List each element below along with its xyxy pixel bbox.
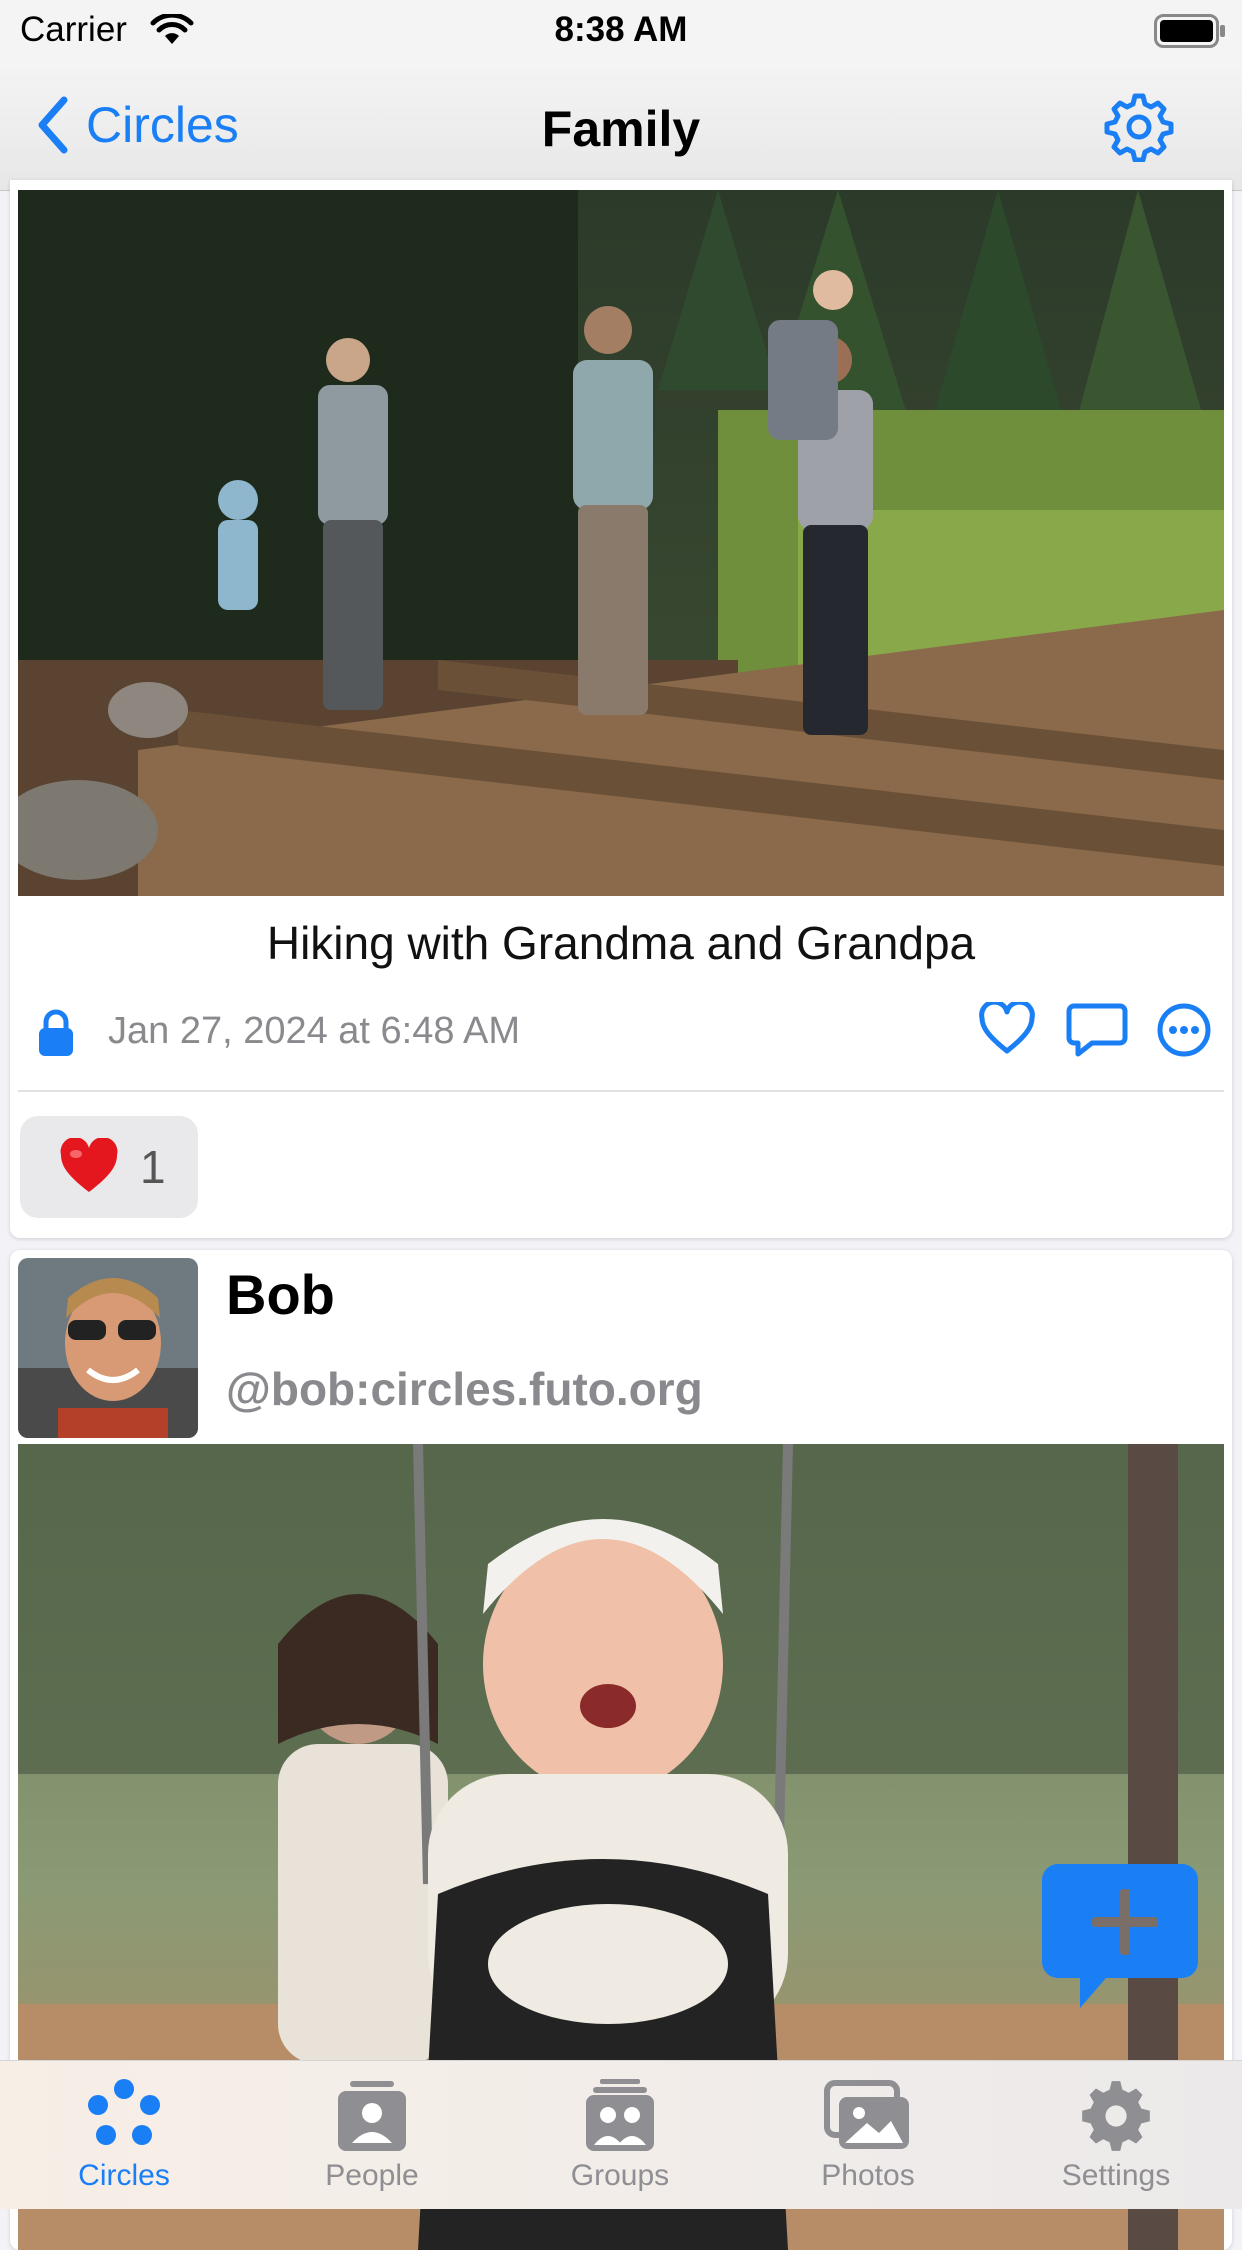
author-name: Bob (226, 1263, 335, 1326)
tab-label: Groups (570, 2159, 670, 2192)
tab-label: Photos (821, 2159, 915, 2192)
divider (18, 1090, 1224, 1092)
tab-people[interactable]: People (248, 2079, 496, 2193)
groups-icon (586, 2079, 654, 2151)
more-options-icon[interactable] (1156, 1002, 1212, 1058)
reaction-chip[interactable]: 1 (20, 1116, 198, 1218)
tab-label: Circles (78, 2159, 170, 2192)
tab-label: Settings (1061, 2159, 1171, 2192)
hiking-family-photo (18, 190, 1224, 896)
tab-circles[interactable]: Circles (0, 2079, 248, 2193)
tab-settings[interactable]: Settings (992, 2079, 1240, 2193)
status-time: 8:38 AM (554, 10, 688, 49)
status-bar: Carrier 8:38 AM (0, 0, 1242, 62)
tab-label: People (325, 2159, 419, 2192)
tab-groups[interactable]: Groups (496, 2079, 744, 2193)
person-icon (338, 2081, 406, 2151)
gear-icon[interactable] (1104, 92, 1174, 162)
avatar-image (18, 1258, 198, 1438)
author-handle: @bob:circles.futo.org (226, 1363, 703, 1415)
reaction-count: 1 (140, 1141, 166, 1193)
new-post-button[interactable] (1040, 1862, 1200, 2012)
avatar[interactable] (18, 1258, 198, 1438)
post-card: Hiking with Grandma and Grandpa Jan 27, … (10, 180, 1232, 1238)
gear-icon (1082, 2081, 1150, 2151)
post-photo[interactable] (18, 190, 1224, 896)
navigation-bar: Circles Family (0, 62, 1242, 191)
heart-outline-icon[interactable] (978, 1002, 1036, 1056)
post-timestamp: Jan 27, 2024 at 6:48 AM (108, 1010, 520, 1052)
circles-icon (88, 2079, 160, 2145)
tab-bar: Circles People Groups Photos Settings (0, 2060, 1242, 2209)
photos-icon (824, 2080, 909, 2149)
comment-icon[interactable] (1066, 1002, 1128, 1058)
heart-emoji-icon (60, 1138, 118, 1192)
battery-icon (1154, 14, 1225, 48)
page-title: Family (541, 101, 701, 157)
post-caption: Hiking with Grandma and Grandpa (266, 917, 976, 969)
lock-icon (39, 1009, 73, 1056)
tab-photos[interactable]: Photos (744, 2079, 992, 2193)
